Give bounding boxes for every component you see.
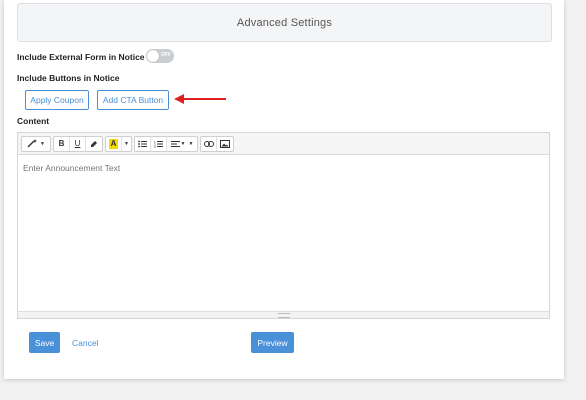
caret-down-icon: ▼ <box>124 140 129 147</box>
caret-down-icon: ▼ <box>188 140 194 147</box>
external-form-label: Include External Form in Notice <box>17 52 145 62</box>
toggle-knob <box>147 50 159 62</box>
advanced-settings-title: Advanced Settings <box>236 16 333 29</box>
buttons-in-notice-label: Include Buttons in Notice <box>17 73 120 83</box>
unordered-list-icon <box>138 140 147 147</box>
eraser-icon <box>91 140 97 147</box>
align-dropdown-button[interactable]: ▼ ▼ <box>167 137 197 151</box>
red-arrow-icon <box>174 94 226 104</box>
color-group: A ▼ <box>105 135 132 152</box>
cancel-button[interactable]: Cancel <box>72 332 98 353</box>
editor-resize-handle[interactable] <box>18 311 549 318</box>
add-cta-button[interactable]: Add CTA Button <box>97 90 169 110</box>
save-label: Save <box>34 337 55 348</box>
svg-text:3: 3 <box>154 145 156 148</box>
content-label: Content <box>17 116 50 126</box>
ordered-list-icon: 1 2 3 <box>154 140 163 148</box>
underline-button[interactable]: U <box>70 136 86 151</box>
toggle-state-text: OFF <box>161 52 171 58</box>
image-icon <box>220 139 230 148</box>
align-icon <box>170 140 180 147</box>
caret-down-icon: ▼ <box>180 140 186 147</box>
ordered-list-button[interactable]: 1 2 3 <box>151 136 167 151</box>
style-group: ▼ <box>21 135 51 152</box>
rich-text-editor: ▼ B U A ▼ 1 2 3 ▼ ▼ Enter Announcement T… <box>17 132 550 319</box>
insert-group <box>200 135 234 152</box>
add-cta-label: Add CTA Button <box>102 95 164 105</box>
insert-image-button[interactable] <box>217 137 233 151</box>
external-form-toggle[interactable]: OFF <box>146 49 174 63</box>
advanced-settings-header[interactable]: Advanced Settings <box>17 3 552 42</box>
settings-card: Advanced Settings Include External Form … <box>4 0 564 379</box>
bold-button[interactable]: B <box>54 136 70 151</box>
preview-label: Preview <box>257 337 288 348</box>
unordered-list-button[interactable] <box>135 136 151 151</box>
highlight-dropdown-button[interactable]: ▼ <box>122 137 131 151</box>
editor-toolbar: ▼ B U A ▼ 1 2 3 ▼ ▼ <box>18 133 549 155</box>
style-dropdown-button[interactable]: ▼ <box>22 137 50 151</box>
underline-label: U <box>74 139 81 148</box>
magic-wand-icon <box>27 139 38 148</box>
apply-coupon-button[interactable]: Apply Coupon <box>25 90 89 110</box>
caret-down-icon: ▼ <box>40 140 45 147</box>
bold-label: B <box>58 139 65 148</box>
editor-placeholder: Enter Announcement Text <box>23 163 121 173</box>
resize-grip-icon <box>277 313 290 318</box>
editor-text-area[interactable]: Enter Announcement Text <box>18 155 549 312</box>
font-style-group: B U <box>53 135 103 152</box>
apply-coupon-label: Apply Coupon <box>30 95 84 105</box>
link-icon <box>203 140 214 147</box>
list-group: 1 2 3 ▼ ▼ <box>134 135 198 152</box>
cancel-label: Cancel <box>72 337 99 348</box>
highlight-color-button[interactable]: A <box>106 136 122 151</box>
insert-link-button[interactable] <box>201 136 217 151</box>
highlight-label: A <box>108 138 119 149</box>
preview-button[interactable]: Preview <box>251 332 294 353</box>
save-button[interactable]: Save <box>29 332 60 353</box>
eraser-button[interactable] <box>86 137 102 151</box>
